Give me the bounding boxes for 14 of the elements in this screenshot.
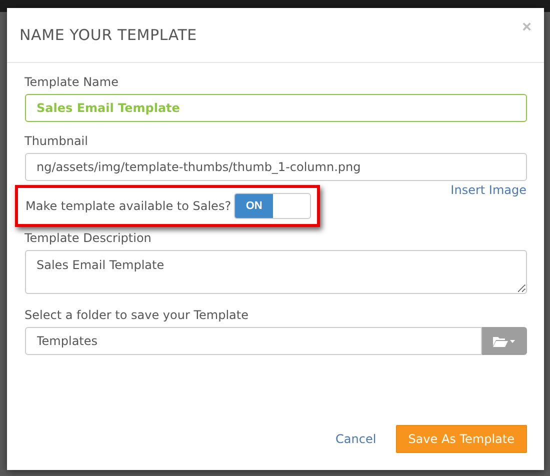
folder-icon [492, 335, 516, 347]
dialog-title: NAME YOUR TEMPLATE [20, 26, 197, 44]
field-label: Select a folder to save your Template [24, 308, 248, 322]
field-label: Thumbnail [24, 134, 88, 148]
thumbnail-field[interactable]: ng/assets/img/template-thumbs/thumb_1-column.png [24, 153, 526, 181]
cancel-link[interactable]: Cancel [336, 432, 376, 446]
insert-image-link[interactable]: Insert Image [450, 183, 526, 197]
field-label: Template Name [24, 75, 118, 89]
field-label: Template Description [24, 231, 152, 245]
description-field[interactable]: Sales Email Template [24, 250, 526, 294]
toggle-switch[interactable]: ON [234, 193, 312, 219]
folder-dropdown-button[interactable] [482, 327, 526, 355]
folder-field[interactable]: Templates [24, 327, 482, 355]
toggle-label: Make template available to Sales? [26, 199, 232, 213]
